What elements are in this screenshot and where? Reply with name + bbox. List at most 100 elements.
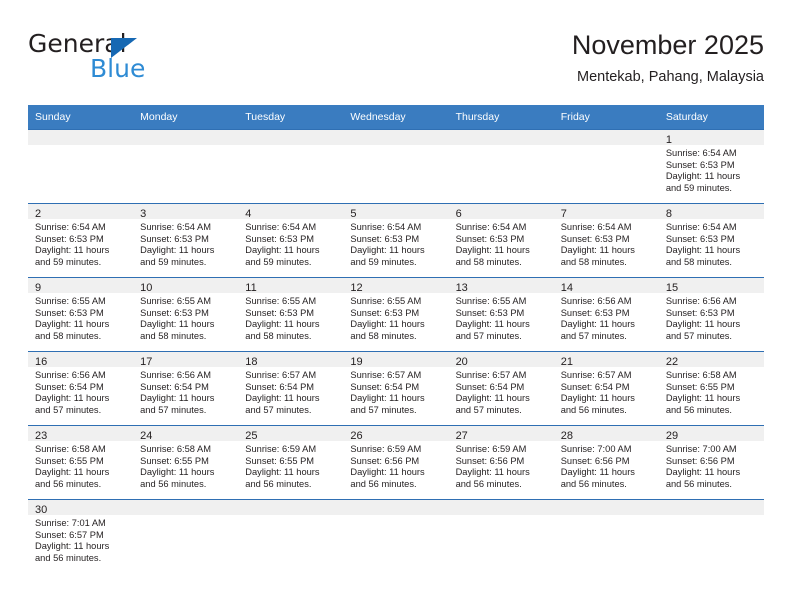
calendar-header: Sunday Monday Tuesday Wednesday Thursday… <box>28 105 764 130</box>
day-number: 14 <box>553 278 659 294</box>
calendar-day-cell[interactable]: 4 Sunrise: 6:54 AM Sunset: 6:53 PM Daylight… <box>238 203 344 278</box>
day-details: Sunrise: 6:55 AM Sunset: 6:53 PM Daylight:… <box>449 293 554 342</box>
daylight-text-line1: Daylight: 11 hours <box>140 393 215 404</box>
day-number: 4 <box>238 204 344 220</box>
calendar-day-cell[interactable]: 17 Sunrise: 6:56 AM Sunset: 6:54 PM Dayligh… <box>133 351 239 426</box>
calendar-day-cell[interactable]: 28 Sunrise: 7:00 AM Sunset: 6:56 PM Dayligh… <box>553 425 659 500</box>
sunrise-text: Sunrise: 7:01 AM <box>35 518 106 528</box>
day-number: 23 <box>28 426 134 442</box>
calendar-day-cell[interactable]: 29 Sunrise: 7:00 AM Sunset: 6:56 PM Dayligh… <box>658 425 764 500</box>
day-number: 22 <box>658 352 764 368</box>
sunset-text: Sunset: 6:53 PM <box>350 307 420 318</box>
daylight-text-line1: Daylight: 11 hours <box>35 541 110 552</box>
day-number: 5 <box>343 204 449 220</box>
day-number: 3 <box>133 204 239 220</box>
title-block: November 2025 Mentekab, Pahang, Malaysia <box>572 28 764 88</box>
calendar-empty-cell <box>553 129 659 204</box>
daylight-text-line2: and 56 minutes. <box>560 404 627 415</box>
sunrise-text: Sunrise: 6:54 AM <box>560 222 632 232</box>
day-number: 9 <box>28 278 134 294</box>
calendar-day-cell[interactable]: 7 Sunrise: 6:54 AM Sunset: 6:53 PM Daylight… <box>553 203 659 278</box>
calendar-day-cell[interactable]: 16 Sunrise: 6:56 AM Sunset: 6:54 PM Dayligh… <box>28 351 134 426</box>
calendar-day-cell[interactable]: 8 Sunrise: 6:54 AM Sunset: 6:53 PM Daylight… <box>658 203 764 278</box>
sunset-text: Sunset: 6:53 PM <box>560 307 630 318</box>
day-number: 27 <box>448 426 554 442</box>
calendar-day-cell[interactable]: 12 Sunrise: 6:55 AM Sunset: 6:53 PM Dayligh… <box>343 277 449 352</box>
calendar-day-cell[interactable]: 27 Sunrise: 6:59 AM Sunset: 6:56 PM Dayligh… <box>448 425 554 500</box>
weekday-header-sunday: Sunday <box>28 105 134 130</box>
daylight-text-line1: Daylight: 11 hours <box>245 319 320 330</box>
day-number <box>133 130 239 145</box>
day-details: Sunrise: 6:54 AM Sunset: 6:53 PM Daylight:… <box>659 219 764 268</box>
daylight-text-line2: and 57 minutes. <box>665 330 732 341</box>
calendar-day-cell[interactable]: 10 Sunrise: 6:55 AM Sunset: 6:53 PM Dayligh… <box>133 277 239 352</box>
calendar-day-cell[interactable]: 25 Sunrise: 6:59 AM Sunset: 6:55 PM Dayligh… <box>238 425 344 500</box>
calendar-day-cell[interactable]: 23 Sunrise: 6:58 AM Sunset: 6:55 PM Dayligh… <box>28 425 134 500</box>
day-details: Sunrise: 6:58 AM Sunset: 6:55 PM Daylight:… <box>28 441 133 490</box>
sunset-text: Sunset: 6:54 PM <box>245 381 315 392</box>
calendar-day-cell[interactable]: 6 Sunrise: 6:54 AM Sunset: 6:53 PM Daylight… <box>448 203 554 278</box>
day-number <box>238 500 344 515</box>
sunset-text: Sunset: 6:57 PM <box>35 529 104 540</box>
daylight-text-line2: and 59 minutes. <box>140 256 207 267</box>
daylight-text-line2: and 56 minutes. <box>665 478 732 489</box>
sunrise-text: Sunrise: 6:55 AM <box>245 296 317 306</box>
sunrise-text: Sunrise: 6:56 AM <box>35 370 106 380</box>
daylight-text-line2: and 57 minutes. <box>140 404 207 415</box>
calendar-day-cell[interactable]: 18 Sunrise: 6:57 AM Sunset: 6:54 PM Dayligh… <box>238 351 344 426</box>
calendar-day-cell[interactable]: 26 Sunrise: 6:59 AM Sunset: 6:56 PM Dayligh… <box>343 425 449 500</box>
sunset-text: Sunset: 6:56 PM <box>350 455 420 466</box>
calendar-day-cell[interactable]: 20 Sunrise: 6:57 AM Sunset: 6:54 PM Dayligh… <box>448 351 554 426</box>
daylight-text-line2: and 58 minutes. <box>140 330 207 341</box>
daylight-text-line2: and 59 minutes. <box>665 182 732 193</box>
daylight-text-line2: and 57 minutes. <box>455 404 522 415</box>
day-number <box>343 130 449 145</box>
daylight-text-line2: and 58 minutes. <box>455 256 522 267</box>
day-number <box>553 500 659 515</box>
calendar-day-cell[interactable]: 24 Sunrise: 6:58 AM Sunset: 6:55 PM Dayligh… <box>133 425 239 500</box>
daylight-text-line1: Daylight: 11 hours <box>140 319 215 330</box>
sunset-text: Sunset: 6:55 PM <box>245 455 315 466</box>
sunset-text: Sunset: 6:53 PM <box>455 233 525 244</box>
daylight-text-line1: Daylight: 11 hours <box>455 319 530 330</box>
calendar-day-cell[interactable]: 1 Sunrise: 6:54 AM Sunset: 6:53 PM Daylight… <box>658 129 764 204</box>
calendar-day-cell[interactable]: 11 Sunrise: 6:55 AM Sunset: 6:53 PM Dayligh… <box>238 277 344 352</box>
daylight-text-line1: Daylight: 11 hours <box>35 467 110 478</box>
day-number: 12 <box>343 278 449 294</box>
generalblue-logo[interactable]: General Blue <box>28 30 248 90</box>
calendar-day-cell[interactable]: 22 Sunrise: 6:58 AM Sunset: 6:55 PM Dayligh… <box>658 351 764 426</box>
calendar-day-cell[interactable]: 2 Sunrise: 6:54 AM Sunset: 6:53 PM Daylight… <box>28 203 134 278</box>
day-details: Sunrise: 6:55 AM Sunset: 6:53 PM Daylight:… <box>238 293 343 342</box>
calendar-day-cell[interactable]: 19 Sunrise: 6:57 AM Sunset: 6:54 PM Dayligh… <box>343 351 449 426</box>
day-details: Sunrise: 6:54 AM Sunset: 6:53 PM Daylight:… <box>554 219 659 268</box>
day-details: Sunrise: 6:54 AM Sunset: 6:53 PM Daylight:… <box>449 219 554 268</box>
calendar-day-cell[interactable]: 3 Sunrise: 6:54 AM Sunset: 6:53 PM Daylight… <box>133 203 239 278</box>
calendar-day-cell[interactable]: 30 Sunrise: 7:01 AM Sunset: 6:57 PM Dayligh… <box>28 499 134 574</box>
sunrise-text: Sunrise: 6:54 AM <box>140 222 211 232</box>
day-details: Sunrise: 6:57 AM Sunset: 6:54 PM Daylight:… <box>238 367 343 416</box>
calendar-day-cell[interactable]: 13 Sunrise: 6:55 AM Sunset: 6:53 PM Dayligh… <box>448 277 554 352</box>
sunrise-text: Sunrise: 6:55 AM <box>140 296 211 306</box>
day-number: 28 <box>553 426 659 442</box>
daylight-text-line2: and 58 minutes. <box>665 256 732 267</box>
calendar-day-cell[interactable]: 15 Sunrise: 6:56 AM Sunset: 6:53 PM Dayligh… <box>658 277 764 352</box>
sunset-text: Sunset: 6:53 PM <box>665 233 735 244</box>
calendar-day-cell[interactable]: 14 Sunrise: 6:56 AM Sunset: 6:53 PM Dayligh… <box>553 277 659 352</box>
calendar-day-cell[interactable]: 21 Sunrise: 6:57 AM Sunset: 6:54 PM Dayligh… <box>553 351 659 426</box>
daylight-text-line2: and 58 minutes. <box>245 330 312 341</box>
calendar-day-cell[interactable]: 9 Sunrise: 6:55 AM Sunset: 6:53 PM Daylight… <box>28 277 134 352</box>
sunset-text: Sunset: 6:53 PM <box>35 307 104 318</box>
daylight-text-line1: Daylight: 11 hours <box>665 171 741 182</box>
daylight-text-line1: Daylight: 11 hours <box>245 393 320 404</box>
sunset-text: Sunset: 6:53 PM <box>455 307 525 318</box>
day-number: 7 <box>553 204 659 220</box>
sunrise-text: Sunrise: 6:54 AM <box>245 222 317 232</box>
daylight-text-line2: and 57 minutes. <box>245 404 312 415</box>
sunrise-text: Sunrise: 6:54 AM <box>665 148 737 158</box>
daylight-text-line1: Daylight: 11 hours <box>35 245 110 256</box>
sunrise-text: Sunrise: 6:56 AM <box>560 296 632 306</box>
sunrise-text: Sunrise: 6:59 AM <box>455 444 527 454</box>
sunrise-text: Sunrise: 6:57 AM <box>455 370 527 380</box>
calendar-day-cell[interactable]: 5 Sunrise: 6:54 AM Sunset: 6:53 PM Daylight… <box>343 203 449 278</box>
day-number: 13 <box>448 278 554 294</box>
